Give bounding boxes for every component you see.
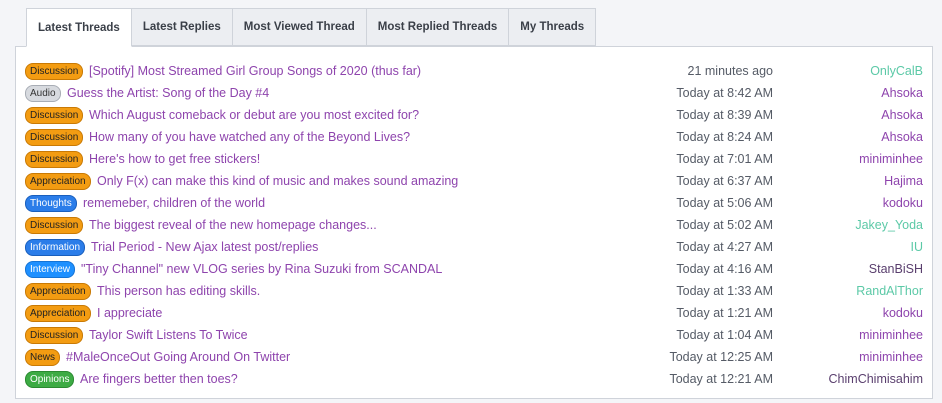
thread-author-link[interactable]: kodoku <box>883 305 923 322</box>
thread-row: Discussion [Spotify] Most Streamed Girl G… <box>25 61 923 83</box>
thread-title-link[interactable]: Only F(x) can make this kind of music an… <box>97 173 458 190</box>
thread-prefix-badge[interactable]: Discussion <box>25 63 84 80</box>
thread-author-link[interactable]: Ahsoka <box>881 129 923 146</box>
thread-title-link[interactable]: Here's how to get free stickers! <box>89 151 260 168</box>
thread-prefix-badge[interactable]: Appreciation <box>25 305 91 322</box>
thread-time: Today at 7:01 AM <box>676 152 773 166</box>
thread-author-link[interactable]: Ahsoka <box>881 85 923 102</box>
thread-row: News #MaleOnceOut Going Around On Twitter… <box>25 347 923 369</box>
thread-time: Today at 4:16 AM <box>676 262 773 276</box>
thread-author-link[interactable]: IU <box>911 239 924 256</box>
thread-row: Opinions Are fingers better then toes? Tod… <box>25 369 923 391</box>
thread-author-link[interactable]: Hajima <box>884 173 923 190</box>
thread-row: Appreciation I appreciate Today at 1:21 AM… <box>25 303 923 325</box>
thread-row: Information Trial Period - New Ajax lates… <box>25 237 923 259</box>
thread-prefix-badge[interactable]: Interview <box>25 261 76 278</box>
threads-panel: Discussion [Spotify] Most Streamed Girl G… <box>15 46 933 399</box>
tab-my-threads[interactable]: My Threads <box>509 8 597 46</box>
thread-row: Appreciation Only F(x) can make this kind… <box>25 171 923 193</box>
thread-time: Today at 4:27 AM <box>676 240 773 254</box>
thread-prefix-badge[interactable]: Discussion <box>25 217 84 234</box>
thread-author-link[interactable]: OnlyCalB <box>870 63 923 80</box>
thread-time: Today at 5:02 AM <box>676 218 773 232</box>
thread-prefix-badge[interactable]: News <box>25 349 61 366</box>
thread-title-link[interactable]: I appreciate <box>97 305 162 322</box>
thread-prefix-badge[interactable]: Discussion <box>25 107 84 124</box>
thread-time: Today at 1:21 AM <box>676 306 773 320</box>
thread-prefix-badge[interactable]: Audio <box>25 85 61 102</box>
thread-time: Today at 8:42 AM <box>676 86 773 100</box>
thread-title-link[interactable]: #MaleOnceOut Going Around On Twitter <box>66 349 290 366</box>
thread-author-link[interactable]: RandAlThor <box>856 283 923 300</box>
thread-row: Audio Guess the Artist: Song of the Day #… <box>25 83 923 105</box>
tab-latest-threads[interactable]: Latest Threads <box>26 8 132 47</box>
thread-title-link[interactable]: rememeber, children of the world <box>83 195 265 212</box>
thread-title-link[interactable]: The biggest reveal of the new homepage c… <box>89 217 377 234</box>
thread-prefix-badge[interactable]: Discussion <box>25 151 84 168</box>
thread-author-link[interactable]: miniminhee <box>859 327 923 344</box>
thread-author-link[interactable]: Ahsoka <box>881 107 923 124</box>
thread-author-link[interactable]: StanBiSH <box>869 261 923 278</box>
thread-row: Appreciation This person has editing skil… <box>25 281 923 303</box>
thread-prefix-badge[interactable]: Appreciation <box>25 173 91 190</box>
thread-prefix-badge[interactable]: Information <box>25 239 86 256</box>
thread-time: Today at 6:37 AM <box>676 174 773 188</box>
thread-title-link[interactable]: [Spotify] Most Streamed Girl Group Songs… <box>89 63 421 80</box>
tab-most-viewed-thread[interactable]: Most Viewed Thread <box>232 8 367 46</box>
thread-prefix-badge[interactable]: Appreciation <box>25 283 91 300</box>
thread-title-link[interactable]: Trial Period - New Ajax latest post/repl… <box>91 239 318 256</box>
thread-title-link[interactable]: This person has editing skills. <box>97 283 260 300</box>
thread-time: Today at 12:21 AM <box>669 372 773 386</box>
thread-prefix-badge[interactable]: Discussion <box>25 129 84 146</box>
thread-title-link[interactable]: How many of you have watched any of the … <box>89 129 410 146</box>
thread-author-link[interactable]: ChimChimisahim <box>829 371 923 388</box>
thread-tabs: Latest Threads Latest Replies Most Viewe… <box>26 8 597 47</box>
thread-time: Today at 1:04 AM <box>676 328 773 342</box>
thread-title-link[interactable]: "Tiny Channel" new VLOG series by Rina S… <box>81 261 442 278</box>
thread-author-link[interactable]: miniminhee <box>859 151 923 168</box>
thread-author-link[interactable]: miniminhee <box>859 349 923 366</box>
thread-prefix-badge[interactable]: Thoughts <box>25 195 77 212</box>
thread-time: Today at 8:24 AM <box>676 130 773 144</box>
thread-time: Today at 12:25 AM <box>669 350 773 364</box>
thread-title-link[interactable]: Which August comeback or debut are you m… <box>89 107 419 124</box>
thread-row: Discussion The biggest reveal of the new … <box>25 215 923 237</box>
thread-row: Interview "Tiny Channel" new VLOG series … <box>25 259 923 281</box>
tab-most-replied-threads[interactable]: Most Replied Threads <box>366 8 510 46</box>
threads-widget: Latest Threads Latest Replies Most Viewe… <box>15 8 933 400</box>
tab-latest-replies[interactable]: Latest Replies <box>131 8 233 46</box>
thread-time: Today at 8:39 AM <box>676 108 773 122</box>
thread-row: Discussion Here's how to get free sticker… <box>25 149 923 171</box>
thread-list: Discussion [Spotify] Most Streamed Girl G… <box>25 61 923 391</box>
thread-time: 21 minutes ago <box>687 64 773 78</box>
thread-title-link[interactable]: Taylor Swift Listens To Twice <box>89 327 248 344</box>
thread-row: Thoughts rememeber, children of the world… <box>25 193 923 215</box>
thread-title-link[interactable]: Guess the Artist: Song of the Day #4 <box>67 85 269 102</box>
thread-row: Discussion Taylor Swift Listens To Twice T… <box>25 325 923 347</box>
thread-row: Discussion Which August comeback or debut… <box>25 105 923 127</box>
thread-row: Discussion How many of you have watched a… <box>25 127 923 149</box>
thread-time: Today at 1:33 AM <box>676 284 773 298</box>
thread-author-link[interactable]: kodoku <box>883 195 923 212</box>
thread-prefix-badge[interactable]: Discussion <box>25 327 84 344</box>
thread-time: Today at 5:06 AM <box>676 196 773 210</box>
thread-prefix-badge[interactable]: Opinions <box>25 371 75 388</box>
thread-title-link[interactable]: Are fingers better then toes? <box>80 371 238 388</box>
thread-author-link[interactable]: Jakey_Yoda <box>855 217 923 234</box>
